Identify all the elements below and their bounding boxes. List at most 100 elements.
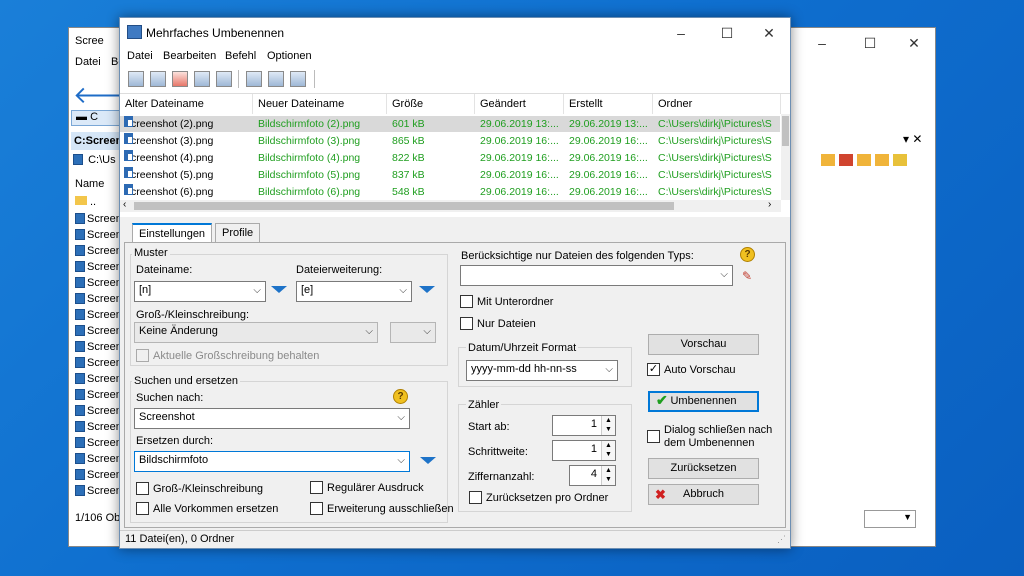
move-down-icon[interactable] <box>216 71 232 87</box>
insert-extension-pattern-icon[interactable] <box>419 286 435 293</box>
col-created[interactable]: Erstellt <box>564 94 653 114</box>
background-maximize-button[interactable]: ☐ <box>847 28 893 58</box>
add-folder-icon[interactable] <box>150 71 166 87</box>
replace-all-checkbox[interactable] <box>136 502 149 515</box>
vertical-scrollbar[interactable] <box>781 114 790 200</box>
col-old-name[interactable]: Alter Dateiname <box>120 94 253 114</box>
datetime-combo[interactable]: yyyy-mm-dd hh-nn-ss ⌵ <box>466 360 618 381</box>
files-only-checkbox[interactable] <box>460 317 473 330</box>
background-close-button[interactable]: ✕ <box>891 28 937 58</box>
keep-case-checkbox[interactable] <box>136 349 149 362</box>
background-menu-datei[interactable]: Datei <box>75 56 101 68</box>
scroll-thumb[interactable] <box>134 202 674 210</box>
background-file-item[interactable]: Screen <box>75 389 122 401</box>
column-header-name[interactable]: Name <box>75 178 104 190</box>
table-row[interactable]: Screenshot (5).png Bildschirmfoto (5).png… <box>120 167 780 183</box>
insert-replace-pattern-icon[interactable] <box>420 457 436 464</box>
background-file-item[interactable]: Screen <box>75 341 122 353</box>
background-file-item[interactable]: Screen <box>75 309 122 321</box>
regex-checkbox[interactable] <box>310 481 323 494</box>
background-file-item[interactable]: Screen <box>75 373 122 385</box>
drive-selector[interactable]: ▬ C <box>71 110 121 126</box>
auto-preview-checkbox[interactable]: ✓ <box>647 363 660 376</box>
menu-bearbeiten[interactable]: Bearbeiten <box>163 50 216 62</box>
replace-combo[interactable]: Bildschirmfoto ⌵ <box>134 451 410 472</box>
scroll-right-icon[interactable]: › <box>768 199 771 210</box>
case-option-combo[interactable]: ⌵ <box>390 322 436 343</box>
background-pane-controls[interactable]: ▾ ✕ <box>903 132 935 148</box>
maximize-button[interactable]: ☐ <box>704 18 750 48</box>
background-file-item[interactable]: Screen <box>75 229 122 241</box>
exclude-extension-checkbox[interactable] <box>310 502 323 515</box>
remove-icon[interactable] <box>172 71 188 87</box>
background-toolbar-icons[interactable] <box>821 154 931 170</box>
insert-pattern-icon[interactable] <box>271 286 287 293</box>
image-file-icon <box>124 133 133 144</box>
reset-per-folder-checkbox[interactable] <box>469 491 482 504</box>
preview-icon[interactable] <box>246 71 262 87</box>
filter-help-icon[interactable]: ? <box>740 247 755 262</box>
scroll-left-icon[interactable]: ‹ <box>123 199 126 210</box>
rename-button[interactable]: ✔ Umbenennen <box>648 391 759 412</box>
background-file-item[interactable]: Screen <box>75 437 122 449</box>
minimize-button[interactable]: – <box>658 18 704 48</box>
tab-einstellungen[interactable]: Einstellungen <box>132 223 213 243</box>
horizontal-scrollbar[interactable]: ‹ › <box>120 199 781 212</box>
image-file-icon <box>75 309 85 320</box>
filter-combo[interactable]: ⌵ <box>460 265 733 286</box>
digits-spinner[interactable]: 4 ▲ ▼ <box>569 465 616 486</box>
erweiterung-combo[interactable]: [e] ⌵ <box>296 281 412 302</box>
file-list: Alter Dateiname Neuer Dateiname Größe Ge… <box>120 94 790 217</box>
properties-icon[interactable] <box>290 71 306 87</box>
table-row[interactable]: Screenshot (3).png Bildschirmfoto (3).png… <box>120 133 780 149</box>
case-sensitive-checkbox[interactable] <box>136 482 149 495</box>
table-row[interactable]: Screenshot (6).png Bildschirmfoto (6).png… <box>120 184 780 200</box>
background-minimize-button[interactable]: – <box>799 28 845 58</box>
image-file-icon <box>75 421 85 432</box>
help-icon[interactable]: ? <box>393 389 408 404</box>
table-cell: Bildschirmfoto (6).png <box>258 186 361 198</box>
cancel-button[interactable]: ✖ Abbruch <box>648 484 759 505</box>
background-file-item[interactable]: Screen <box>75 405 122 417</box>
col-folder[interactable]: Ordner <box>653 94 781 114</box>
move-up-icon[interactable] <box>194 71 210 87</box>
close-after-checkbox[interactable] <box>647 430 660 443</box>
background-file-item[interactable]: Screen <box>75 485 122 497</box>
pin-icon[interactable]: ✎ <box>742 269 752 283</box>
preview-button[interactable]: Vorschau <box>648 334 759 355</box>
menu-datei[interactable]: Datei <box>127 50 153 62</box>
background-file-item[interactable]: Screen <box>75 325 122 337</box>
background-file-item[interactable]: Screen <box>75 453 122 465</box>
menu-optionen[interactable]: Optionen <box>267 50 312 62</box>
menu-befehl[interactable]: Befehl <box>225 50 256 62</box>
step-spinner[interactable]: 1 ▲ ▼ <box>552 440 616 461</box>
tab-profile[interactable]: Profile <box>215 223 261 243</box>
add-files-icon[interactable] <box>128 71 144 87</box>
close-button[interactable]: ✕ <box>746 18 792 48</box>
table-row[interactable]: Screenshot (4).png Bildschirmfoto (4).png… <box>120 150 780 166</box>
reset-button[interactable]: Zurücksetzen <box>648 458 759 479</box>
parent-folder-item[interactable]: .. <box>75 196 96 208</box>
background-file-item[interactable]: Screen <box>75 421 122 433</box>
background-file-item[interactable]: Screen <box>75 357 122 369</box>
table-cell: 29.06.2019 16:... <box>569 169 648 181</box>
background-file-item[interactable]: Screen <box>75 213 122 225</box>
col-modified[interactable]: Geändert <box>475 94 564 114</box>
subfolders-checkbox[interactable] <box>460 295 473 308</box>
background-filter-combo[interactable]: ▼ <box>864 510 916 528</box>
background-file-item[interactable]: Screen <box>75 277 122 289</box>
table-row[interactable]: Screenshot (2).png Bildschirmfoto (2).png… <box>120 116 780 132</box>
background-file-item[interactable]: Screen <box>75 261 122 273</box>
resize-grip-icon[interactable]: ⋰ <box>777 534 786 545</box>
col-new-name[interactable]: Neuer Dateiname <box>253 94 387 114</box>
dateiname-combo[interactable]: [n] ⌵ <box>134 281 266 302</box>
find-combo[interactable]: Screenshot ⌵ <box>134 408 410 429</box>
background-file-item[interactable]: Screen <box>75 293 122 305</box>
image-icon[interactable] <box>268 71 284 87</box>
image-file-icon <box>75 437 85 448</box>
background-file-item[interactable]: Screen <box>75 469 122 481</box>
background-file-item[interactable]: Screen <box>75 245 122 257</box>
start-spinner[interactable]: 1 ▲ ▼ <box>552 415 616 436</box>
col-size[interactable]: Größe <box>387 94 475 114</box>
case-combo[interactable]: Keine Änderung ⌵ <box>134 322 378 343</box>
